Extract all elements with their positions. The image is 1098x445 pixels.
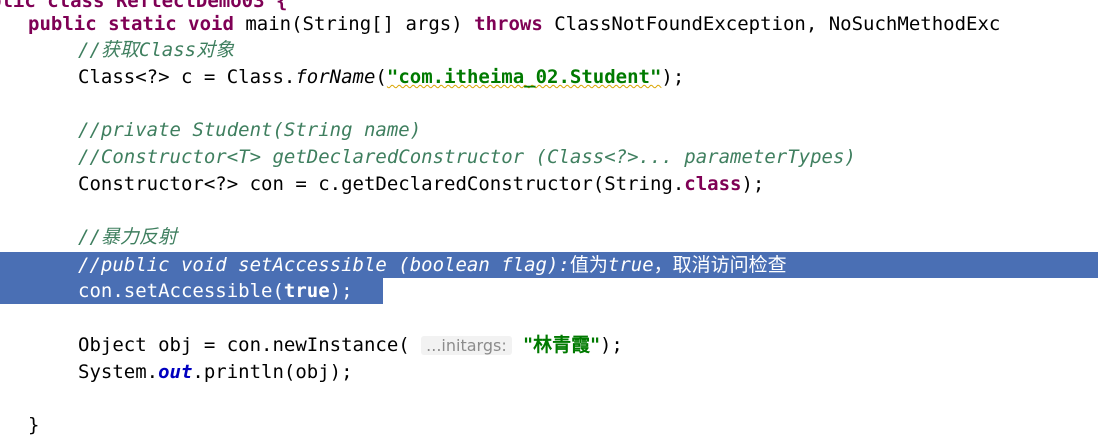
paren-close: ); [329,280,353,302]
code-line-comment-get-class[interactable]: //获取Class对象 [78,37,1098,63]
println-call: .println(obj); [192,361,353,383]
comment-true: true [607,254,654,276]
code-editor[interactable]: blic class ReflectDemo03 { public static… [0,0,1098,445]
exception-list: ClassNotFoundException, NoSuchMethodExc [542,13,1001,35]
code-line-comment-get-declared[interactable]: //Constructor<T> getDeclaredConstructor … [78,144,1098,170]
code-line-new-instance[interactable]: Object obj = con.newInstance( ...initarg… [78,332,1098,358]
comment-value-prefix: 值为 [569,254,608,276]
paren-open: ( [375,66,387,88]
keyword-class: class [684,173,742,195]
code-line-println[interactable]: System.out.println(obj); [78,359,1098,385]
code-line-constructor[interactable]: Constructor<?> con = c.getDeclaredConstr… [78,171,1098,197]
comment-get-declared-ctor: //Constructor<T> getDeclaredConstructor … [78,146,856,168]
code-line-closing-brace[interactable]: } [28,412,1098,438]
system-class: System. [78,361,159,383]
comment-private-ctor: //private Student(String name) [78,119,422,141]
paren-close: ); [661,66,685,88]
code-line-main-signature[interactable]: public static void main(String[] args) t… [28,11,1098,37]
set-accessible-call: con.setAccessible( [78,280,284,302]
class-name-string-text: "com.itheima_02.Student" [386,66,662,88]
name-string: "林青霞" [523,334,600,356]
keyword-throws: throws [474,13,543,35]
parameter-hint: ...initargs: [421,336,512,355]
class-name-string: "com.itheima_02.Student" [387,66,662,88]
paren-close: ); [599,334,623,356]
forname-method: forName [295,66,376,88]
code-line-set-accessible[interactable]: con.setAccessible(true); [78,278,1098,304]
code-line-comment-set-accessible[interactable]: //public void setAccessible (boolean fla… [78,252,1098,278]
out-field: out [158,361,193,383]
paren-close: ); [741,173,765,195]
comment-cancel-check: ，取消访问检查 [653,254,787,276]
code-line-comment-private-ctor[interactable]: //private Student(String name) [78,117,1098,143]
comment-violent-reflection: //暴力反射 [78,226,177,248]
main-signature: main(String[] args) [233,13,475,35]
comment-get-class: //获取Class对象 [78,39,235,61]
code-line-comment-reflection[interactable]: //暴力反射 [78,224,1098,250]
new-instance-call: Object obj = con.newInstance( [78,334,422,356]
class-var-decl: Class<?> c = Class. [78,66,296,88]
keyword-true: true [283,280,330,302]
comment-set-accessible: //public void setAccessible (boolean fla… [78,254,570,276]
code-line-forname[interactable]: Class<?> c = Class.forName("com.itheima_… [78,64,1098,90]
closing-brace: } [28,414,40,436]
constructor-decl: Constructor<?> con = c.getDeclaredConstr… [78,173,685,195]
keyword-public-static-void: public static void [28,13,234,35]
